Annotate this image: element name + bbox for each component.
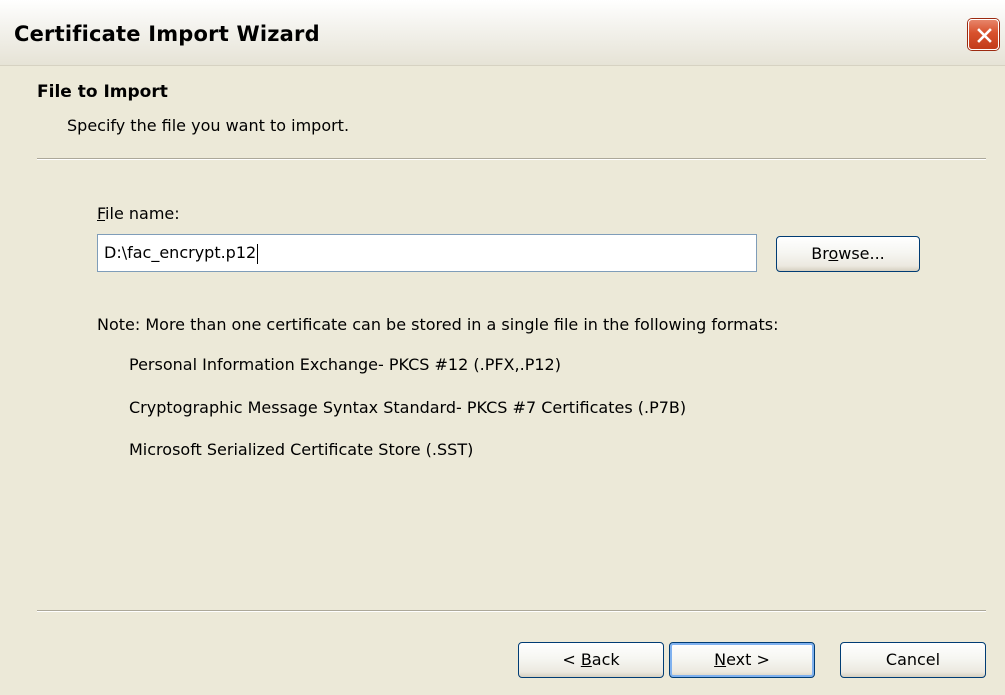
format-p7b: Cryptographic Message Syntax Standard- P… <box>129 398 687 417</box>
file-name-label-mnemonic: F <box>97 204 106 223</box>
note-text: Note: More than one certificate can be s… <box>97 315 779 334</box>
close-button[interactable] <box>968 19 999 50</box>
format-sst: Microsoft Serialized Certificate Store (… <box>129 440 474 459</box>
text-caret <box>257 243 259 264</box>
page-subtitle: Specify the file you want to import. <box>67 116 350 135</box>
file-name-input[interactable]: D:\fac_encrypt.p12 <box>97 234 757 272</box>
back-button[interactable]: < Back <box>518 642 664 678</box>
certificate-import-wizard-dialog: Certificate Import Wizard File to Import… <box>0 0 1005 695</box>
browse-button[interactable]: Browse... <box>776 236 920 272</box>
next-button[interactable]: Next > <box>669 642 815 678</box>
file-name-value: D:\fac_encrypt.p12 <box>104 243 257 262</box>
close-icon <box>977 28 992 43</box>
wizard-header <box>0 66 1005 158</box>
window-title: Certificate Import Wizard <box>14 22 320 46</box>
header-divider <box>37 158 986 160</box>
footer-divider <box>37 610 986 612</box>
file-name-label: File name: <box>97 204 180 223</box>
format-pfx: Personal Information Exchange- PKCS #12 … <box>129 355 561 374</box>
title-bar: Certificate Import Wizard <box>0 0 1005 66</box>
page-title: File to Import <box>37 82 168 102</box>
cancel-button[interactable]: Cancel <box>840 642 986 678</box>
